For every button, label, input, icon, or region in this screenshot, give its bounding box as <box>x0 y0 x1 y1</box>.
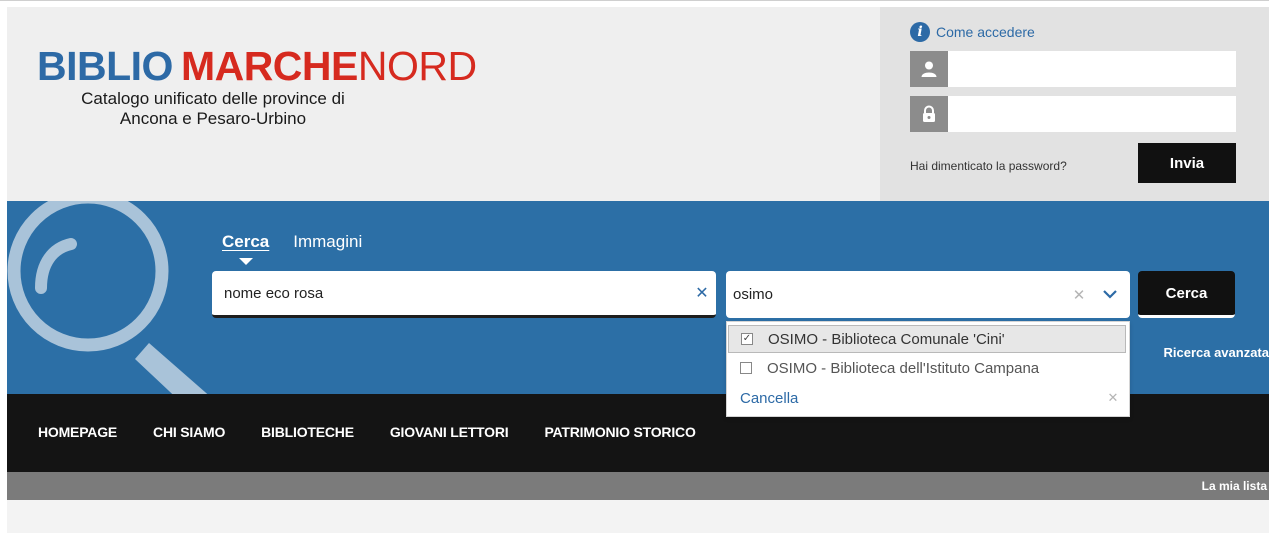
logo-part-biblio: BIBLIO <box>37 43 173 89</box>
site-header: BIBLIO MARCHENORD Catalogo unificato dell… <box>7 7 1269 201</box>
clear-query-icon[interactable]: ✕ <box>688 283 716 303</box>
username-field <box>910 51 1236 87</box>
library-select-input[interactable]: osimo <box>733 286 1068 303</box>
page: BIBLIO MARCHENORD Catalogo unificato dell… <box>0 0 1269 533</box>
tab-immagini[interactable]: Immagini <box>293 232 362 252</box>
nav-item-biblioteche[interactable]: BIBLIOTECHE <box>261 424 354 440</box>
top-border <box>0 0 1269 6</box>
nav-item-patrimonio-storico[interactable]: PATRIMONIO STORICO <box>544 424 695 440</box>
subtitle-line-2: Ancona e Pesaro-Urbino <box>119 109 307 128</box>
search-tabs: Cerca Immagini <box>222 232 362 265</box>
search-button[interactable]: Cerca <box>1138 271 1235 318</box>
advanced-search-link[interactable]: Ricerca avanzata <box>1107 345 1269 360</box>
clear-library-icon[interactable]: ✕ <box>1068 286 1090 304</box>
how-to-access-link[interactable]: Come accedere <box>936 24 1035 40</box>
checkbox-icon[interactable] <box>740 362 752 374</box>
my-list-link[interactable]: La mia lista <box>1202 479 1267 493</box>
info-icon: i <box>910 22 930 42</box>
nav-items: HOMEPAGE CHI SIAMO BIBLIOTECHE GIOVANI L… <box>38 424 732 440</box>
login-submit-button[interactable]: Invia <box>1138 143 1236 183</box>
site-subtitle: Catalogo unificato delle province di Anc… <box>63 89 363 129</box>
library-dropdown: ✓ OSIMO - Biblioteca Comunale 'Cini' OSI… <box>726 321 1130 417</box>
password-input[interactable] <box>948 96 1236 132</box>
nav-item-homepage[interactable]: HOMEPAGE <box>38 424 117 440</box>
checkbox-checked-icon[interactable]: ✓ <box>741 333 753 345</box>
user-icon <box>910 51 948 87</box>
cancel-selection-link[interactable]: Cancella <box>740 390 1100 407</box>
logo-part-marche: MARCHE <box>180 43 358 89</box>
nav-item-chi-siamo[interactable]: CHI SIAMO <box>153 424 225 440</box>
login-panel: i Come accedere Hai dimenticato la passw… <box>880 7 1269 201</box>
library-option[interactable]: ✓ OSIMO - Biblioteca Comunale 'Cini' <box>728 325 1126 353</box>
sub-bar: La mia lista <box>7 472 1269 500</box>
subtitle-line-1: Catalogo unificato delle province di <box>81 89 345 108</box>
logo-part-nord: NORD <box>357 43 477 89</box>
search-query-box: nome eco rosa ✕ <box>212 271 716 318</box>
nav-item-giovani-lettori[interactable]: GIOVANI LETTORI <box>390 424 509 440</box>
content-area <box>7 500 1269 533</box>
magnifier-icon <box>7 201 208 394</box>
password-field <box>910 96 1236 132</box>
lock-icon <box>910 96 948 132</box>
search-query-input[interactable]: nome eco rosa <box>224 285 688 302</box>
library-select: osimo ✕ <box>726 271 1130 318</box>
library-option-label: OSIMO - Biblioteca Comunale 'Cini' <box>768 330 1005 348</box>
library-option-label: OSIMO - Biblioteca dell'Istituto Campana <box>767 359 1040 377</box>
tab-cerca[interactable]: Cerca <box>222 232 269 265</box>
dropdown-cancel-row: Cancella ✕ <box>728 385 1126 411</box>
username-input[interactable] <box>948 51 1236 87</box>
chevron-down-icon[interactable] <box>1090 290 1130 299</box>
forgot-password-link[interactable]: Hai dimenticato la password? <box>910 159 1067 173</box>
info-row: i Come accedere <box>910 21 1035 43</box>
library-option[interactable]: OSIMO - Biblioteca dell'Istituto Campana <box>728 354 1126 382</box>
close-dropdown-icon[interactable]: ✕ <box>1100 390 1126 406</box>
site-logo[interactable]: BIBLIO MARCHENORD <box>37 43 477 89</box>
